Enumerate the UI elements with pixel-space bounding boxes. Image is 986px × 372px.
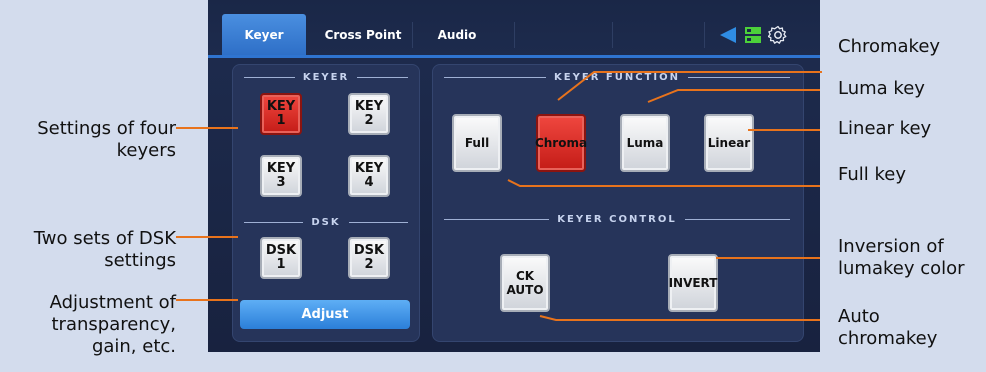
callout-auto-chromakey: Auto chromakey — [838, 306, 938, 349]
callout-dsk: Two sets of DSK settings — [33, 228, 176, 271]
leader-line — [539, 315, 820, 321]
leader-line — [557, 71, 822, 101]
callout-full-key: Full key — [838, 164, 907, 185]
leader-line — [507, 179, 820, 187]
callout-inversion: Inversion of lumakey color — [838, 236, 965, 279]
callout-luma-key: Luma key — [838, 78, 925, 99]
callout-linear-key: Linear key — [838, 118, 932, 139]
callout-keyers: Settings of four keyers — [37, 118, 176, 161]
callout-chromakey: Chromakey — [838, 36, 941, 57]
leader-line — [647, 89, 820, 103]
callout-adjust: Adjustment of transparency, gain, etc. — [49, 292, 176, 357]
